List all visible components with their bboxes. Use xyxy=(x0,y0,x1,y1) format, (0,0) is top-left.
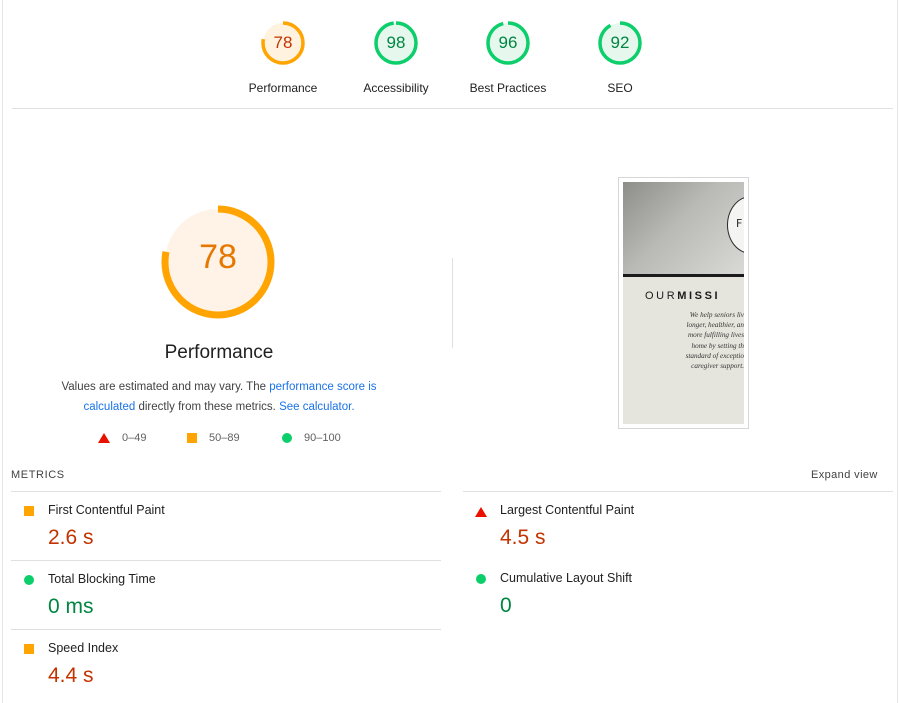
gauge-accessibility[interactable]: 98 Accessibility xyxy=(336,18,456,95)
legend-label: 90–100 xyxy=(304,432,341,444)
see-calculator-link[interactable]: See calculator. xyxy=(279,401,354,413)
square-icon xyxy=(24,506,34,516)
metric-name: Speed Index xyxy=(48,641,119,655)
screenshot-body-text: We help seniors liv longer, healthier, a… xyxy=(685,311,744,371)
performance-title: Performance xyxy=(164,342,274,363)
metric-name: Total Blocking Time xyxy=(48,572,156,586)
metrics-header: METRICS xyxy=(11,469,65,481)
gauge-score: 98 xyxy=(386,33,406,52)
legend-average: 50–89 xyxy=(187,432,240,444)
metric-value: 4.4 s xyxy=(48,664,94,687)
legend-fail: 0–49 xyxy=(98,432,146,444)
metric-value: 0 ms xyxy=(48,595,94,618)
circle-icon xyxy=(282,433,292,443)
metric-largest-contentful-paint: Largest Contentful Paint 4.5 s xyxy=(463,491,893,560)
header-divider xyxy=(12,108,893,109)
metric-speed-index: Speed Index 4.4 s xyxy=(11,629,441,698)
metric-cumulative-layout-shift: Cumulative Layout Shift 0 xyxy=(463,560,893,629)
performance-description: Values are estimated and may vary. The p… xyxy=(44,377,394,417)
desc-text: Values are estimated and may vary. The xyxy=(61,381,270,393)
expand-view-toggle[interactable]: Expand view xyxy=(811,469,878,481)
screenshot-heading: OURMISSI xyxy=(645,290,720,302)
legend-label: 50–89 xyxy=(209,432,240,444)
metric-total-blocking-time: Total Blocking Time 0 ms xyxy=(11,560,441,629)
metric-value: 4.5 s xyxy=(500,526,546,549)
gauge-seo[interactable]: 92 SEO xyxy=(560,18,680,95)
performance-score: 78 xyxy=(199,238,237,276)
metric-first-contentful-paint: First Contentful Paint 2.6 s xyxy=(11,491,441,560)
gauge-label: Performance xyxy=(248,81,318,95)
metric-name: Largest Contentful Paint xyxy=(500,503,635,517)
desc-text: directly from these metrics. xyxy=(135,401,280,413)
gauge-best-practices[interactable]: 96 Best Practices xyxy=(448,18,568,95)
metric-value: 0 xyxy=(500,594,512,617)
screenshot-content: F OURMISSI We help seniors liv longer, h… xyxy=(623,182,744,424)
screenshot-bar xyxy=(623,274,744,277)
metric-value: 2.6 s xyxy=(48,526,94,549)
heading-bold: MISSI xyxy=(677,290,721,302)
screenshot-photo xyxy=(623,182,744,274)
heading-plain: OUR xyxy=(645,290,678,302)
gauge-score: 78 xyxy=(273,33,293,52)
gauge-label: SEO xyxy=(607,81,633,95)
logo-letter: F xyxy=(736,217,743,230)
final-screenshot[interactable]: F OURMISSI We help seniors liv longer, h… xyxy=(618,177,749,429)
circle-icon xyxy=(24,575,34,585)
legend-pass: 90–100 xyxy=(282,432,341,444)
triangle-icon xyxy=(98,433,110,443)
gauge-performance[interactable]: 78 Performance xyxy=(223,18,343,95)
square-icon xyxy=(24,644,34,654)
gauge-score: 96 xyxy=(498,33,518,52)
gauge-score: 92 xyxy=(610,33,630,52)
square-icon xyxy=(187,433,197,443)
gauge-label: Accessibility xyxy=(363,81,429,95)
legend-label: 0–49 xyxy=(122,432,147,444)
category-gauges: 78 Performance 98 Accessibility 96 Best … xyxy=(0,0,900,110)
vertical-divider xyxy=(452,258,453,348)
circle-icon xyxy=(476,574,486,584)
triangle-icon xyxy=(475,507,487,517)
metric-name: First Contentful Paint xyxy=(48,503,165,517)
metric-name: Cumulative Layout Shift xyxy=(500,571,633,585)
gauge-label: Best Practices xyxy=(469,81,547,95)
